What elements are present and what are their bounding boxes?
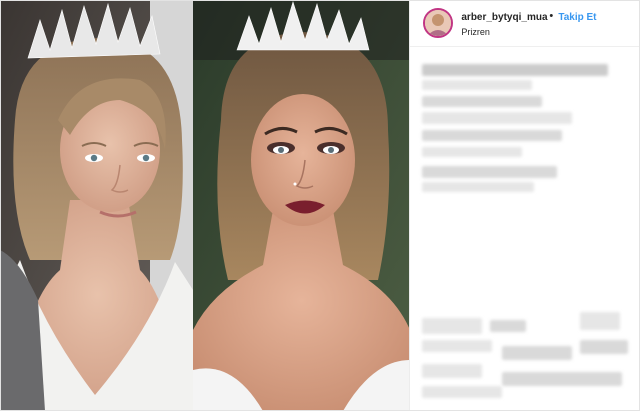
- after-photo-illustration: [193, 0, 410, 411]
- post-sidebar: arber_bytyqi_mua • Takip Et Prizren: [409, 0, 640, 411]
- before-photo: [0, 0, 193, 411]
- before-photo-illustration: [0, 0, 193, 411]
- separator-dot: •: [549, 10, 554, 22]
- follow-button[interactable]: Takip Et: [558, 12, 596, 23]
- location-link[interactable]: Prizren: [461, 27, 490, 37]
- after-photo: [193, 0, 410, 411]
- username-link[interactable]: arber_bytyqi_mua: [461, 12, 547, 23]
- instagram-post: arber_bytyqi_mua • Takip Et Prizren: [0, 0, 640, 411]
- avatar-image: [425, 10, 452, 36]
- post-header: arber_bytyqi_mua • Takip Et Prizren: [410, 0, 640, 47]
- post-media[interactable]: [0, 0, 410, 411]
- avatar[interactable]: [423, 8, 454, 38]
